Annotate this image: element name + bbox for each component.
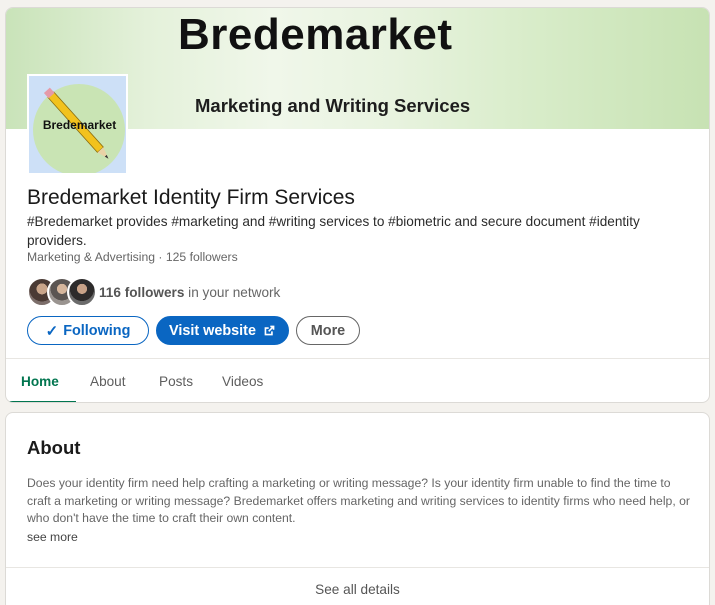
divider (6, 567, 709, 568)
visit-website-button[interactable]: Visit website (156, 316, 289, 345)
about-description: Does your identity firm need help crafti… (27, 476, 690, 526)
followers-count: 116 followers (99, 284, 185, 300)
more-button[interactable]: More (296, 316, 360, 345)
tab-videos[interactable]: Videos (222, 359, 263, 402)
tab-posts[interactable]: Posts (159, 359, 193, 402)
following-button[interactable]: ✓ Following (27, 316, 149, 345)
about-title: About (27, 437, 81, 458)
checkmark-icon: ✓ (45, 322, 59, 340)
company-logo[interactable]: Bredemarket (27, 74, 128, 175)
company-tagline: #Bredemarket provides #marketing and #wr… (27, 214, 640, 248)
page-tabs: Home About Posts Videos (6, 358, 709, 402)
action-buttons: ✓ Following Visit website More (27, 316, 360, 345)
tab-home[interactable]: Home (21, 359, 59, 402)
active-tab-indicator (6, 401, 76, 402)
visit-website-label: Visit website (169, 322, 256, 339)
company-name: Bredemarket Identity Firm Services (27, 186, 355, 209)
banner-title: Bredemarket (178, 10, 453, 59)
see-all-details-link[interactable]: See all details (6, 582, 709, 597)
following-label: Following (63, 322, 131, 339)
followers-suffix: in your network (184, 284, 281, 300)
network-followers[interactable]: 116 followers in your network (27, 276, 280, 308)
tab-about[interactable]: About (90, 359, 126, 402)
avatar (67, 277, 97, 307)
external-link-icon (263, 324, 276, 337)
company-meta: Marketing & Advertising · 125 followers (27, 250, 238, 264)
about-card: About Does your identity firm need help … (5, 412, 710, 605)
see-more-link[interactable]: see more (27, 530, 78, 544)
follower-avatars (27, 277, 97, 307)
logo-text: Bredemarket (42, 118, 117, 132)
network-followers-text: 116 followers in your network (99, 285, 280, 300)
banner-subtitle: Marketing and Writing Services (195, 95, 471, 116)
company-header-card: Bredemarket Marketing and Writing Servic… (5, 7, 710, 403)
